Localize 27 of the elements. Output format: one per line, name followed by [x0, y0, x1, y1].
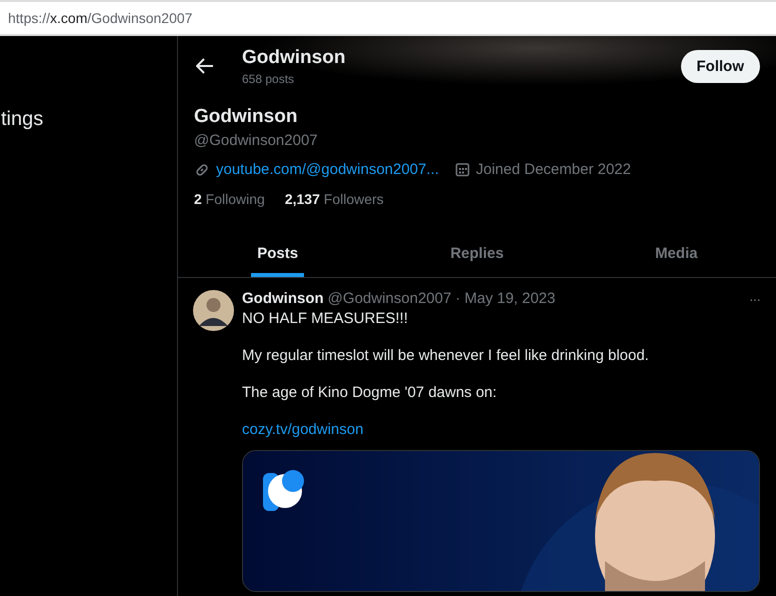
back-arrow-icon[interactable] [196, 58, 214, 74]
profile-tab[interactable]: Replies [444, 233, 510, 277]
url-text: https://x.com/Godwinson2007 [8, 10, 192, 26]
link-icon [194, 162, 210, 178]
header-name: Godwinson [242, 46, 346, 68]
join-date: Joined December 2022 [476, 161, 631, 178]
sidebar-item[interactable]: tings [1, 108, 44, 130]
stat-link[interactable]: 2 Following [194, 191, 265, 207]
avatar [193, 290, 234, 331]
post-text: My regular timeslot will be whenever I feel like drinking blood. [242, 347, 650, 364]
address-bar[interactable]: https://x.com/Godwinson2007 [0, 0, 776, 36]
follow-button[interactable]: Follow [680, 50, 760, 82]
website-link[interactable]: youtube.com/@godwinson2007... [216, 161, 439, 178]
profile-handle: @Godwinson2007 [194, 132, 319, 149]
calendar-icon [454, 162, 470, 177]
profile-tab[interactable]: Media [649, 233, 704, 277]
post-link[interactable]: cozy.tv/godwinson [242, 421, 364, 438]
profile-tab[interactable]: Posts [251, 233, 304, 277]
post-date: · May 19, 2023 [455, 290, 556, 307]
post-count: 658 posts [242, 72, 296, 86]
post-text: The age of Kino Dogme '07 dawns on: [242, 384, 498, 401]
author-name: Godwinson [242, 290, 324, 307]
more-icon[interactable]: ··· [749, 290, 760, 306]
post-text: NO HALF MEASURES!!! [242, 310, 409, 327]
profile-name: Godwinson [194, 106, 298, 128]
post-handle: @Godwinson2007 [328, 290, 452, 307]
stat-link[interactable]: 2,137 Followers [284, 191, 384, 207]
